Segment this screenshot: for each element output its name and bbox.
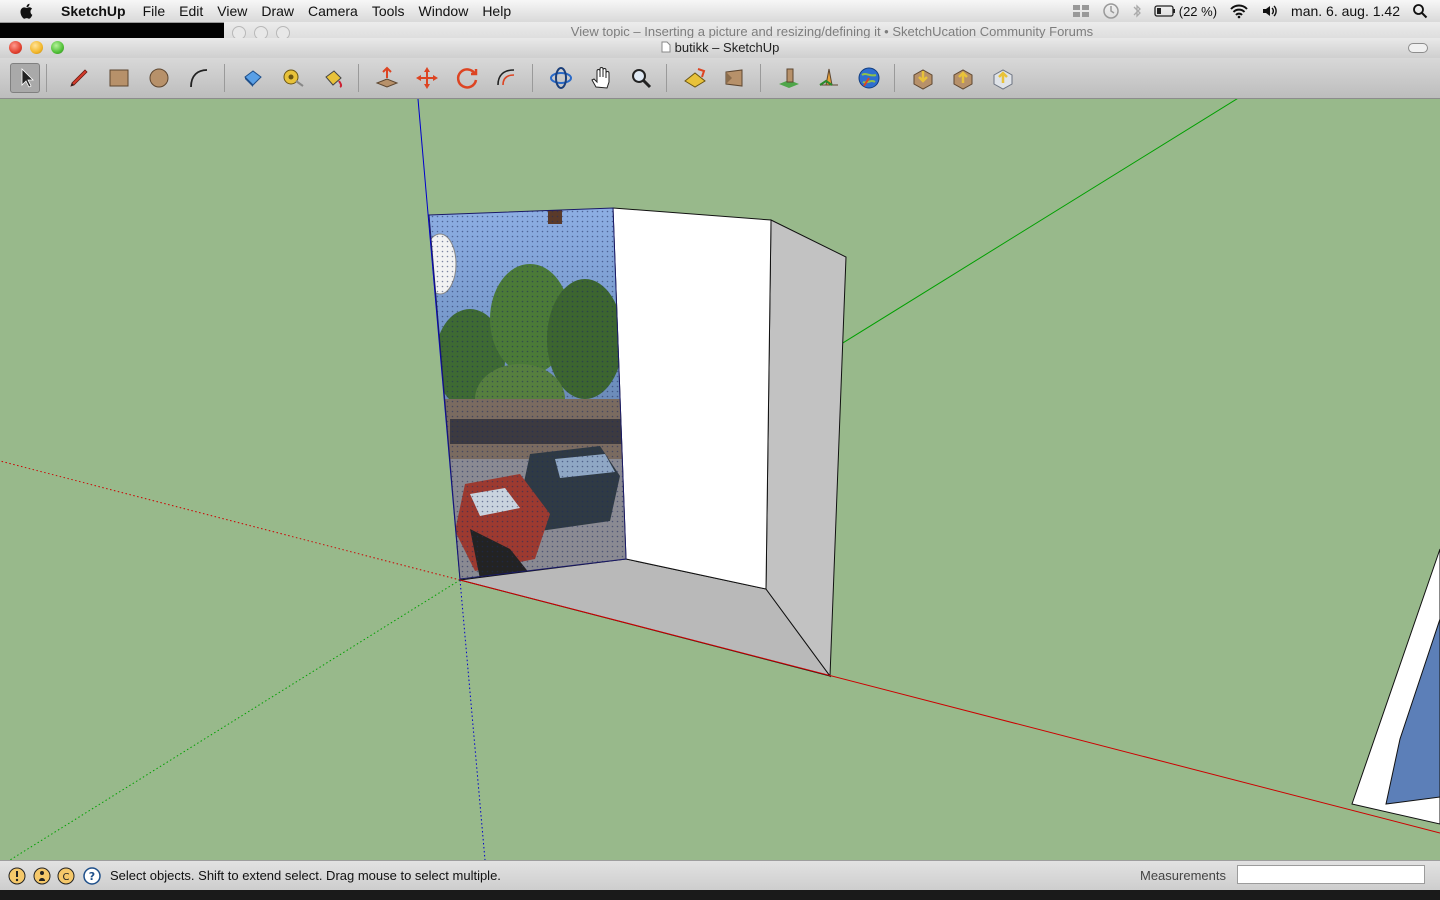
menu-edit[interactable]: Edit [172, 2, 210, 20]
zoom-tool-button[interactable] [626, 63, 656, 93]
push-pull-icon [375, 66, 399, 88]
spotlight-search-icon[interactable] [1412, 3, 1428, 19]
previous-view-tool-button[interactable] [720, 63, 750, 93]
circle-icon [149, 68, 169, 88]
eraser-tool-button[interactable] [238, 63, 268, 93]
add-location-tool-button[interactable] [774, 63, 804, 93]
menu-camera[interactable]: Camera [301, 2, 365, 20]
orbit-icon [550, 67, 572, 89]
measurements-input[interactable] [1237, 865, 1425, 884]
zoom-extents-icon [684, 68, 706, 88]
time-machine-icon[interactable] [1102, 2, 1120, 20]
previous-view-icon [725, 69, 743, 87]
get-models-tool-button[interactable] [908, 63, 938, 93]
apple-icon[interactable] [18, 2, 36, 20]
spaces-icon[interactable] [1072, 4, 1090, 18]
author-status-icon[interactable]: C [57, 867, 75, 885]
green-axis-dotted [9, 579, 461, 860]
red-axis-dotted [0, 460, 461, 581]
tape-measure-icon [283, 69, 304, 87]
terrain-icon [819, 68, 838, 86]
paint-bucket-tool-button[interactable] [318, 63, 348, 93]
status-message: Select objects. Shift to extend select. … [110, 868, 501, 883]
model-viewport[interactable] [0, 99, 1440, 860]
mac-menu-bar: SketchUp File Edit View Draw Camera Tool… [0, 0, 1440, 23]
textured-photo-face[interactable] [420, 199, 640, 599]
window-title-bar[interactable]: butikk – SketchUp [0, 38, 1440, 58]
toolbar-separator [666, 64, 667, 92]
arc-icon [190, 69, 208, 88]
select-tool-button[interactable] [10, 63, 40, 93]
get-models-icon [913, 69, 933, 90]
pencil-icon [70, 69, 88, 87]
toolbar-separator [46, 64, 47, 92]
share-model-tool-button[interactable] [948, 63, 978, 93]
google-earth-tool-button[interactable] [854, 63, 884, 93]
eraser-icon [244, 70, 262, 87]
background-window-title: View topic – Inserting a picture and res… [570, 24, 1094, 39]
status-bar: C ? Select objects. Shift to extend sele… [0, 860, 1440, 891]
share-component-tool-button[interactable] [988, 63, 1018, 93]
menubar-clock[interactable]: man. 6. aug. 1.42 [1291, 3, 1400, 19]
credits-status-icon[interactable] [33, 867, 51, 885]
toolbar-separator [532, 64, 533, 92]
red-axis-solid [459, 579, 1440, 834]
arc-tool-button[interactable] [184, 63, 214, 93]
rotate-icon [456, 68, 478, 89]
offset-icon [497, 69, 515, 86]
volume-icon[interactable] [1261, 3, 1279, 19]
rectangle-tool-button[interactable] [104, 63, 134, 93]
share-component-icon [993, 69, 1013, 90]
battery-percent: (22 %) [1178, 3, 1218, 19]
move-tool-button[interactable] [412, 63, 442, 93]
arrow-cursor-icon [21, 68, 34, 88]
menu-view[interactable]: View [210, 2, 254, 20]
push-pull-tool-button[interactable] [372, 63, 402, 93]
blue-axis-dotted [459, 579, 486, 860]
document-proxy-icon[interactable] [661, 41, 671, 53]
toolbar-separator [358, 64, 359, 92]
circle-tool-button[interactable] [144, 63, 174, 93]
menu-sketchup[interactable]: SketchUp [54, 2, 136, 20]
toolbar-toggle-button[interactable] [1408, 43, 1428, 53]
tape-measure-tool-button[interactable] [278, 63, 308, 93]
zoom-extents-tool-button[interactable] [680, 63, 710, 93]
menu-window[interactable]: Window [412, 2, 476, 20]
svg-text:?: ? [89, 870, 95, 883]
rotate-tool-button[interactable] [452, 63, 482, 93]
instructor-help-icon[interactable]: ? [83, 867, 101, 885]
toolbar-separator [224, 64, 225, 92]
svg-text:C: C [63, 872, 70, 883]
window-bottom-edge [0, 890, 1440, 900]
wifi-icon[interactable] [1229, 3, 1249, 19]
orbit-tool-button[interactable] [546, 63, 576, 93]
share-model-icon [953, 69, 973, 90]
menu-help[interactable]: Help [475, 2, 518, 20]
battery-icon [1154, 5, 1175, 17]
offset-tool-button[interactable] [492, 63, 522, 93]
move-icon [416, 67, 438, 89]
menu-draw[interactable]: Draw [254, 2, 301, 20]
toolbar-separator [894, 64, 895, 92]
menu-file[interactable]: File [136, 2, 173, 20]
battery-status[interactable]: (22 %) [1154, 4, 1217, 19]
bluetooth-icon[interactable] [1132, 3, 1142, 19]
hand-icon [591, 67, 610, 89]
add-location-icon [779, 68, 799, 88]
pan-tool-button[interactable] [586, 63, 616, 93]
main-toolbar [0, 58, 1440, 99]
measurements-label: Measurements [1140, 868, 1226, 883]
geolocation-status-icon[interactable] [8, 867, 26, 885]
pencil-tool-button[interactable] [64, 63, 94, 93]
rectangle-icon [109, 69, 129, 87]
globe-icon [858, 67, 880, 89]
magnifier-icon [632, 69, 652, 89]
paint-bucket-icon [325, 70, 343, 88]
toggle-terrain-tool-button[interactable] [814, 63, 844, 93]
menu-tools[interactable]: Tools [365, 2, 412, 20]
box-back-face[interactable] [612, 207, 772, 590]
window-title: butikk – SketchUp [674, 40, 780, 55]
toolbar-separator [760, 64, 761, 92]
model-scene[interactable] [0, 99, 1440, 860]
